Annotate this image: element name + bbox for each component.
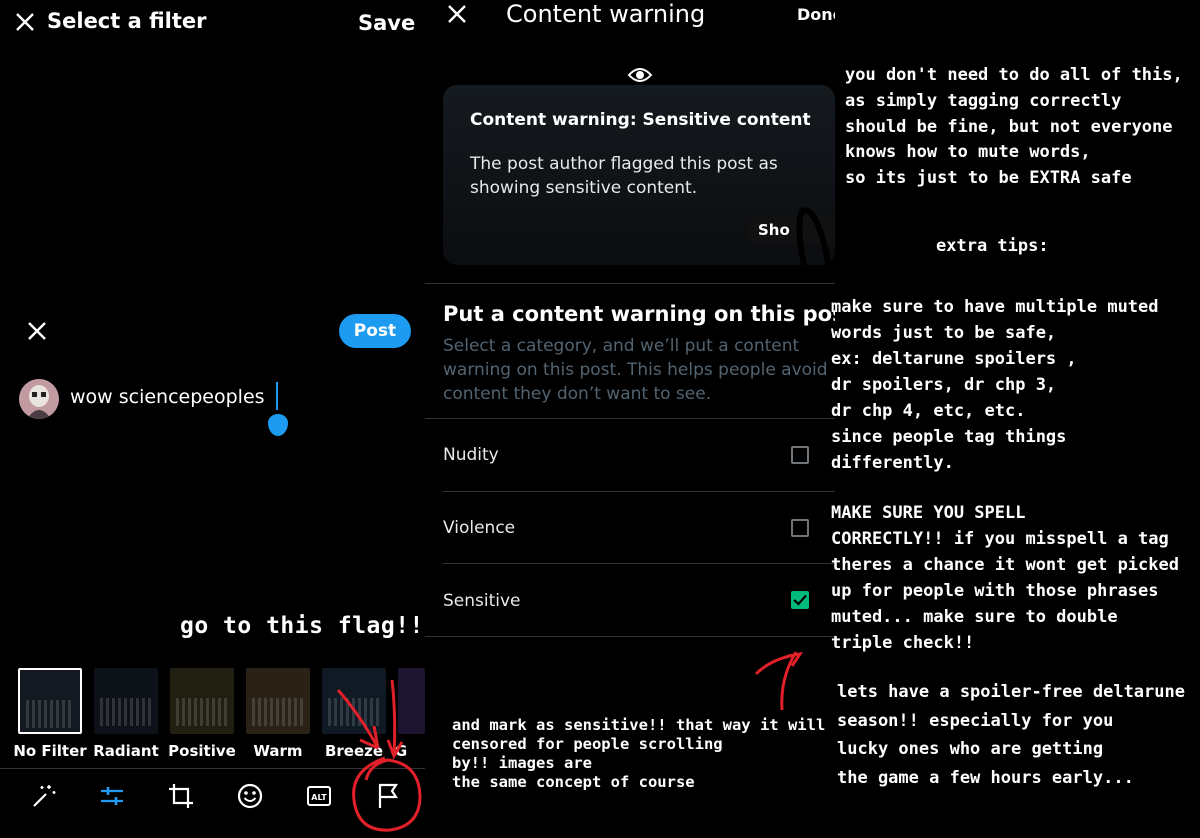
tips-heading: extra tips: — [936, 236, 1049, 256]
save-button[interactable]: Save — [358, 11, 415, 35]
section-divider — [425, 283, 835, 284]
checkbox-nudity[interactable] — [791, 446, 809, 464]
crop-icon[interactable] — [167, 782, 195, 810]
row-divider — [425, 636, 835, 637]
filter-thumb-radiant[interactable] — [94, 668, 158, 734]
page-title: Select a filter — [47, 9, 207, 33]
filter-label-radiant: Radiant — [93, 742, 159, 760]
compose-text[interactable]: wow sciencepeoples — [70, 386, 265, 408]
row-divider — [425, 418, 835, 419]
annotation-go-to-flag: go to this flag!! — [180, 613, 424, 639]
preview-body: The post author flagged this post as sho… — [470, 154, 778, 198]
close-composer-icon[interactable] — [26, 320, 48, 342]
filter-thumb-positive[interactable] — [170, 668, 234, 734]
filter-thumb-no-filter[interactable] — [18, 668, 82, 734]
note-spell-correctly: MAKE SURE YOU SPELL CORRECTLY!! if you m… — [831, 503, 1179, 653]
emoji-icon[interactable] — [236, 782, 264, 810]
section-description: Select a category, and we’ll put a conte… — [443, 336, 828, 404]
category-label-sensitive: Sensitive — [443, 591, 521, 611]
note-muted-words: make sure to have multiple muted words j… — [831, 297, 1159, 473]
magic-wand-icon[interactable] — [30, 782, 58, 810]
filter-label-no-filter: No Filter — [13, 742, 87, 760]
note-intro: you don't need to do all of this, as sim… — [845, 65, 1183, 189]
page-title: Content warning — [506, 0, 706, 28]
scribble-mark — [796, 207, 833, 276]
preview-title: Content warning: Sensitive content — [470, 110, 811, 130]
checkmark-icon — [793, 594, 807, 606]
alt-text-icon[interactable]: ALT — [305, 782, 333, 810]
close-icon[interactable] — [14, 11, 36, 33]
text-caret — [276, 382, 278, 410]
svg-text:ALT: ALT — [311, 793, 327, 802]
row-divider — [443, 563, 835, 564]
close-icon[interactable] — [446, 3, 468, 25]
category-label-nudity: Nudity — [443, 445, 499, 465]
selection-handle[interactable] — [268, 414, 288, 436]
filter-label-positive: Positive — [168, 742, 236, 760]
red-arrow-circle-annotation — [336, 679, 422, 832]
checkbox-violence[interactable] — [791, 519, 809, 537]
checkbox-sensitive[interactable] — [791, 591, 809, 609]
post-button[interactable]: Post — [339, 314, 411, 348]
filter-label-warm: Warm — [253, 742, 303, 760]
row-divider — [443, 491, 835, 492]
sliders-icon[interactable] — [98, 782, 126, 810]
section-title: Put a content warning on this pos — [443, 302, 845, 326]
category-label-violence: Violence — [443, 518, 516, 538]
annotation-mark-sensitive: and mark as sensitive!! that way it will… — [452, 716, 853, 791]
note-spoiler-free: lets have a spoiler-free deltarune seaso… — [837, 682, 1185, 788]
filter-panel: Select a filter Save Post wow sciencepeo… — [0, 0, 425, 838]
eye-icon — [627, 68, 653, 82]
filter-thumb-warm[interactable] — [246, 668, 310, 734]
red-arrow-annotation — [754, 651, 804, 711]
avatar — [19, 379, 59, 419]
